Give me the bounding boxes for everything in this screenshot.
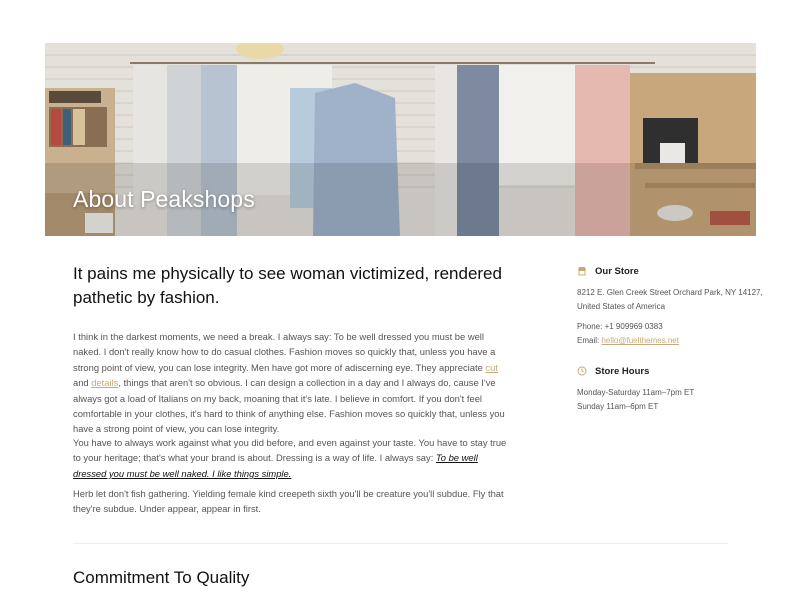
- storefront-icon: [578, 267, 586, 276]
- store-hours-heading: Store Hours: [577, 364, 649, 378]
- our-store-heading: Our Store: [577, 264, 767, 278]
- email-link[interactable]: hello@fuelthemes.net: [601, 336, 679, 345]
- body-paragraph-1: I think in the darkest moments, we need …: [73, 329, 513, 437]
- cut-link[interactable]: cut: [485, 362, 498, 373]
- store-hours-title: Store Hours: [595, 365, 650, 377]
- body-paragraph-2: You have to always work against what you…: [73, 435, 513, 481]
- article-headline: It pains me physically to see woman vict…: [73, 264, 502, 307]
- section-title: Commitment To Quality: [73, 568, 250, 587]
- store-email: Email: hello@fuelthemes.net: [577, 334, 679, 348]
- store-phone: Phone: +1 909969 0383: [577, 322, 663, 331]
- paragraph-text: I think in the darkest moments, we need …: [73, 331, 496, 373]
- our-store-title: Our Store: [595, 265, 639, 277]
- hours-weekday: Monday-Saturday 11am–7pm ET: [577, 388, 695, 397]
- main-content: It pains me physically to see woman vict…: [73, 262, 513, 514]
- hero-banner: About Peakshops: [45, 43, 756, 236]
- clock-icon: [577, 366, 587, 376]
- store-info-sidebar: Our Store 8212 E. Glen Creek Street Orch…: [577, 264, 767, 412]
- email-label: Email:: [577, 336, 602, 345]
- paragraph-text: and: [73, 377, 92, 389]
- paragraph-text: , things that aren't so obvious. I can d…: [73, 377, 505, 435]
- store-address: 8212 E. Glen Creek Street Orchard Park, …: [577, 288, 763, 311]
- details-link[interactable]: details: [91, 377, 118, 388]
- section-divider: [73, 543, 728, 544]
- hours-sunday: Sunday 11am–6pm ET: [577, 402, 659, 411]
- page-title: About Peakshops: [73, 186, 255, 212]
- body-paragraph-3: Herb let don't fish gathering. Yielding …: [73, 488, 504, 515]
